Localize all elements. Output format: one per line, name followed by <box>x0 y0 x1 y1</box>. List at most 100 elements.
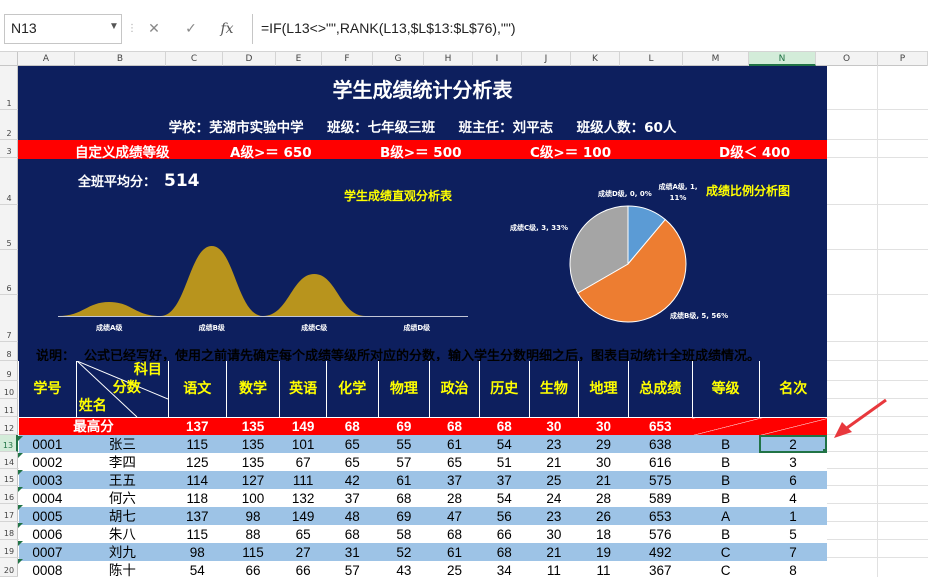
score-cell[interactable]: 30 <box>529 525 579 543</box>
score-cell[interactable]: 135 <box>226 435 280 453</box>
max-score-cell[interactable]: 68 <box>479 417 530 435</box>
header-biology[interactable]: 生物 <box>528 361 579 418</box>
score-cell[interactable]: 66 <box>226 561 280 579</box>
select-all-corner[interactable] <box>0 52 18 66</box>
score-cell[interactable]: 29 <box>578 435 629 453</box>
grade-cell[interactable]: B <box>692 471 759 489</box>
score-cell[interactable]: 25 <box>529 471 579 489</box>
student-name[interactable]: 何六 <box>76 489 169 507</box>
max-score-cell[interactable]: 69 <box>378 417 430 435</box>
score-cell[interactable]: 98 <box>168 543 227 561</box>
error-indicator-icon[interactable] <box>18 505 23 510</box>
header-chinese[interactable]: 语文 <box>167 361 227 418</box>
row-header-1[interactable]: 1 <box>0 66 18 110</box>
row-header-20[interactable]: 20 <box>0 558 18 577</box>
score-cell[interactable]: 56 <box>479 507 530 525</box>
score-cell[interactable]: 54 <box>479 489 530 507</box>
grade-cell[interactable]: C <box>692 561 759 579</box>
score-cell[interactable]: 26 <box>578 507 629 525</box>
score-cell[interactable]: 69 <box>378 507 430 525</box>
score-cell[interactable]: 98 <box>226 507 280 525</box>
max-score-cell[interactable]: 68 <box>429 417 480 435</box>
row-header-14[interactable]: 14 <box>0 452 18 469</box>
column-header-k[interactable]: K <box>571 52 620 66</box>
score-cell[interactable]: 65 <box>326 453 379 471</box>
row-header-16[interactable]: 16 <box>0 486 18 504</box>
student-id[interactable]: 0002 <box>18 453 77 471</box>
column-header-i[interactable]: I <box>473 52 522 66</box>
grade-c-threshold[interactable]: C级>＝ 100 <box>530 141 611 161</box>
score-cell[interactable]: 367 <box>628 561 693 579</box>
score-cell[interactable]: 638 <box>628 435 693 453</box>
row-header-3[interactable]: 3 <box>0 140 18 158</box>
confirm-icon[interactable]: ✓ <box>180 18 202 40</box>
rank-cell[interactable]: 5 <box>759 525 827 543</box>
score-cell[interactable]: 65 <box>279 525 327 543</box>
score-cell[interactable]: 135 <box>226 453 280 471</box>
grade-cell[interactable]: C <box>692 543 759 561</box>
score-cell[interactable]: 616 <box>628 453 693 471</box>
header-grade[interactable]: 等级 <box>691 361 759 418</box>
row-header-5[interactable]: 5 <box>0 205 18 250</box>
column-header-o[interactable]: O <box>816 52 878 66</box>
column-header-b[interactable]: B <box>75 52 166 66</box>
grade-a-threshold[interactable]: A级>＝ 650 <box>230 141 312 161</box>
score-cell[interactable]: 21 <box>578 471 629 489</box>
score-cell[interactable]: 125 <box>168 453 227 471</box>
score-cell[interactable]: 88 <box>226 525 280 543</box>
student-id[interactable]: 0004 <box>18 489 77 507</box>
error-indicator-icon[interactable] <box>18 470 23 475</box>
row-header-17[interactable]: 17 <box>0 504 18 522</box>
score-cell[interactable]: 51 <box>479 453 530 471</box>
area-chart[interactable]: 成绩A级 成绩B级 成绩C级 成绩D级 <box>58 236 468 336</box>
column-header-h[interactable]: H <box>424 52 473 66</box>
score-cell[interactable]: 48 <box>326 507 379 525</box>
score-cell[interactable]: 149 <box>279 507 327 525</box>
student-name[interactable]: 陈十 <box>76 561 169 579</box>
rank-cell[interactable]: 7 <box>759 543 827 561</box>
score-cell[interactable]: 61 <box>429 435 480 453</box>
score-cell[interactable]: 575 <box>628 471 693 489</box>
row-header-18[interactable]: 18 <box>0 522 18 540</box>
column-header-m[interactable]: M <box>683 52 749 66</box>
column-header-j[interactable]: J <box>522 52 571 66</box>
header-chemistry[interactable]: 化学 <box>325 361 379 418</box>
score-cell[interactable]: 21 <box>529 543 579 561</box>
active-cell[interactable]: 2 <box>759 435 827 453</box>
student-id[interactable]: 0001 <box>18 435 77 453</box>
grade-cell[interactable]: B <box>692 489 759 507</box>
row-header-8[interactable]: 8 <box>0 342 18 361</box>
column-header-a[interactable]: A <box>18 52 75 66</box>
formula-input[interactable]: =IF(L13<>"",RANK(L13,$L$13:$L$76),"") <box>252 14 928 44</box>
student-name[interactable]: 张三 <box>76 435 169 453</box>
score-cell[interactable]: 28 <box>429 489 480 507</box>
student-name[interactable]: 胡七 <box>76 507 169 525</box>
chevron-down-icon[interactable]: ▼ <box>109 21 119 32</box>
score-cell[interactable]: 115 <box>226 543 280 561</box>
score-cell[interactable]: 67 <box>279 453 327 471</box>
score-cell[interactable]: 100 <box>226 489 280 507</box>
max-score-cell[interactable]: 135 <box>226 417 280 435</box>
max-score-cell[interactable]: 30 <box>529 417 579 435</box>
max-score-cell[interactable]: 653 <box>628 417 693 435</box>
score-cell[interactable]: 55 <box>378 435 430 453</box>
score-cell[interactable]: 111 <box>279 471 327 489</box>
score-cell[interactable]: 54 <box>479 435 530 453</box>
score-cell[interactable]: 18 <box>578 525 629 543</box>
max-score-cell[interactable]: 30 <box>578 417 629 435</box>
row-header-15[interactable]: 15 <box>0 469 18 486</box>
score-cell[interactable]: 68 <box>479 543 530 561</box>
max-score-cell[interactable]: 68 <box>326 417 379 435</box>
header-rank[interactable]: 名次 <box>758 361 827 418</box>
score-cell[interactable]: 27 <box>279 543 327 561</box>
area-series[interactable] <box>58 246 468 316</box>
header-physics[interactable]: 物理 <box>377 361 430 418</box>
error-indicator-icon[interactable] <box>18 487 23 492</box>
max-score-cell[interactable]: 137 <box>168 417 227 435</box>
score-cell[interactable]: 37 <box>326 489 379 507</box>
score-cell[interactable]: 66 <box>279 561 327 579</box>
student-name[interactable]: 刘九 <box>76 543 169 561</box>
score-cell[interactable]: 101 <box>279 435 327 453</box>
score-cell[interactable]: 11 <box>529 561 579 579</box>
row-header-19[interactable]: 19 <box>0 540 18 558</box>
